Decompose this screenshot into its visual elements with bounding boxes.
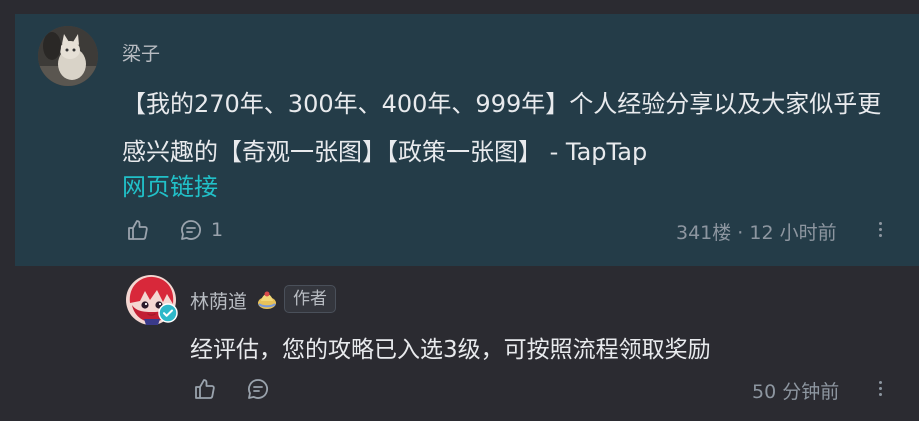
like-button[interactable]	[126, 218, 150, 242]
comment-bubble-icon	[181, 220, 202, 240]
reply-like-button[interactable]	[193, 377, 217, 401]
reply-time: 50 分钟前	[752, 381, 840, 403]
more-dot-icon	[878, 393, 882, 396]
comment-thread: 梁子 【我的270年、300年、400年、999年】个人经验分享以及大家似乎更感…	[0, 0, 919, 421]
more-dot-icon	[878, 234, 882, 237]
comment-text: 【我的270年、300年、400年、999年】个人经验分享以及大家似乎更感兴趣的…	[122, 90, 882, 166]
avatar[interactable]	[38, 26, 98, 86]
floor-and-time: 341楼 · 12 小时前	[676, 222, 837, 244]
thumbs-up-icon	[195, 379, 215, 399]
verified-badge-icon	[158, 303, 178, 323]
more-options-button[interactable]	[877, 222, 883, 240]
reply-reply-button[interactable]	[246, 377, 270, 401]
cat-avatar-image	[38, 26, 98, 86]
reply-more-options-button[interactable]	[877, 381, 883, 399]
comment-bubble-icon	[248, 379, 269, 399]
reply-avatar[interactable]	[126, 275, 178, 325]
thumbs-up-icon	[128, 220, 148, 240]
reply-author-name[interactable]: 林荫道	[190, 287, 247, 314]
reply-text: 经评估，您的攻略已入选3级，可按照流程领取奖励	[190, 337, 711, 363]
level-emblem-icon	[258, 291, 276, 309]
more-dot-icon	[878, 228, 882, 231]
more-dot-icon	[878, 222, 882, 225]
reply-count: 1	[211, 219, 224, 241]
web-link[interactable]: 网页链接	[122, 167, 218, 202]
reply-button[interactable]: 1	[179, 218, 223, 242]
more-dot-icon	[878, 381, 882, 384]
comment-author-name[interactable]: 梁子	[122, 39, 160, 66]
more-dot-icon	[878, 387, 882, 390]
author-badge: 作者	[284, 285, 336, 313]
